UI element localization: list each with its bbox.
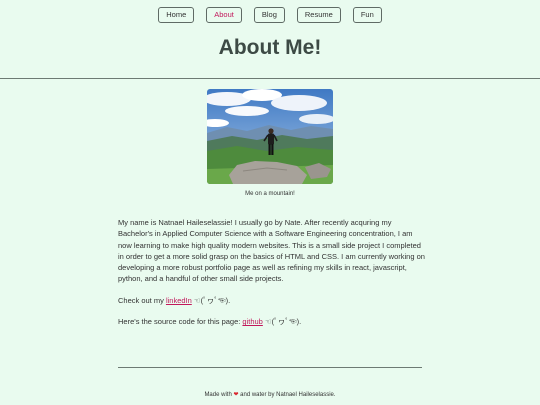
nav-resume-button[interactable]: Resume xyxy=(296,7,341,23)
source-suffix: ☜(ﾟヮﾟ☜). xyxy=(262,317,302,327)
page-footer: Made with ❤ and water by Natnael Hailese… xyxy=(0,391,540,398)
nav-home-button[interactable]: Home xyxy=(158,7,195,23)
nav-about-button[interactable]: About xyxy=(206,7,242,23)
linkedin-suffix: ☜(ﾟヮﾟ☜). xyxy=(191,295,231,305)
nav-fun-button[interactable]: Fun xyxy=(352,7,382,23)
bio-content: My name is Natnael Haileselassie! I usua… xyxy=(118,217,426,337)
footer-suffix: and water by Natnael Haileselassie. xyxy=(238,392,336,398)
source-prefix: Here's the source code for this page: xyxy=(118,317,243,327)
bio-paragraph: My name is Natnael Haileselassie! I usua… xyxy=(118,218,425,284)
linkedin-link[interactable]: linkedIn xyxy=(166,296,192,305)
linkedin-prefix: Check out my xyxy=(118,295,166,305)
source-line: Here's the source code for this page: gi… xyxy=(118,316,426,327)
footer-divider xyxy=(118,367,422,368)
page-header: Home About Blog Resume Fun About Me! xyxy=(0,0,540,79)
top-nav: Home About Blog Resume Fun xyxy=(0,7,540,23)
footer-prefix: Made with xyxy=(204,392,234,398)
nav-blog-button[interactable]: Blog xyxy=(253,7,285,23)
page-title: About Me! xyxy=(218,36,322,59)
linkedin-line: Check out my linkedIn ☜(ﾟヮﾟ☜). xyxy=(118,295,426,306)
github-link[interactable]: github xyxy=(242,317,262,326)
photo-caption: Me on a mountain! xyxy=(245,191,295,197)
mountain-photo xyxy=(207,89,333,184)
